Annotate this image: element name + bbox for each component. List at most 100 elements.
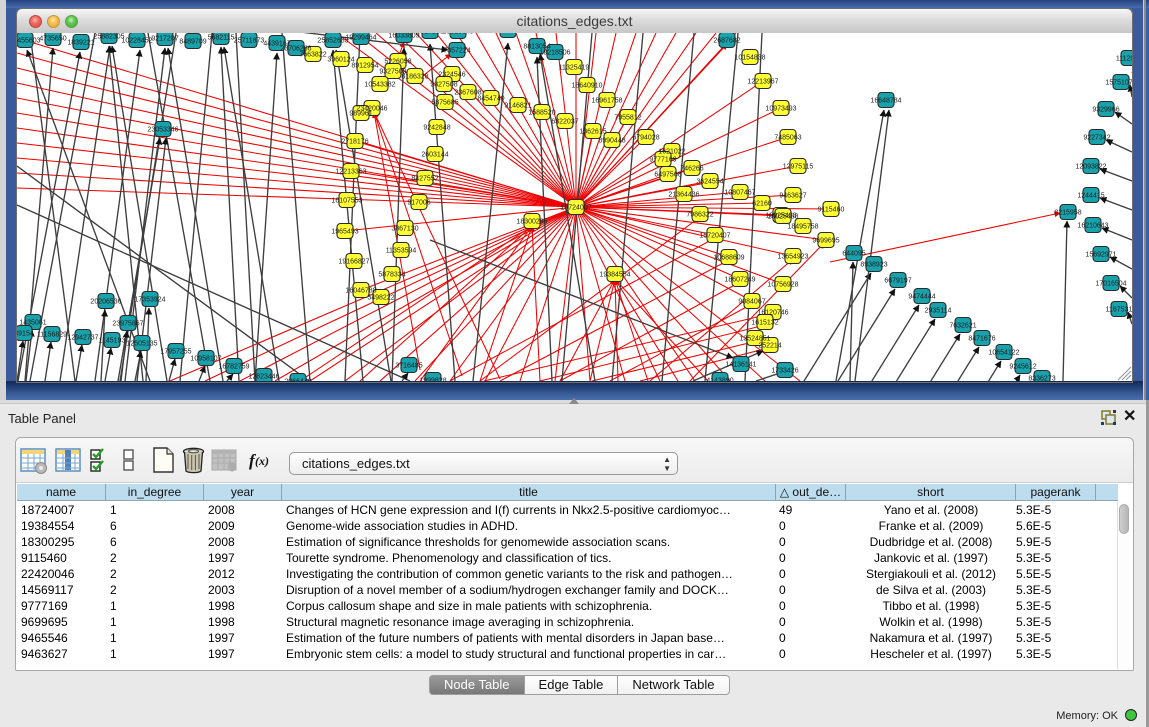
svg-text:19218506: 19218506 (539, 50, 570, 57)
svg-text:10973493: 10973493 (765, 106, 796, 113)
svg-text:9245612: 9245612 (1009, 364, 1036, 371)
svg-text:10654122: 10654122 (988, 350, 1019, 357)
svg-text:5875685: 5875685 (431, 100, 458, 107)
svg-text:252214: 252214 (758, 343, 781, 350)
svg-text:9242848: 9242848 (423, 125, 450, 132)
svg-text:25882305: 25882305 (93, 34, 124, 41)
svg-text:9699695: 9699695 (812, 238, 839, 245)
svg-text:9227342: 9227342 (1083, 135, 1110, 142)
svg-text:1588520: 1588520 (528, 110, 555, 117)
svg-text:5878334: 5878334 (378, 272, 405, 279)
svg-text:21364436: 21364436 (668, 192, 699, 199)
svg-text:13654923: 13654923 (777, 254, 808, 261)
svg-text:1621022: 1621022 (658, 149, 685, 156)
svg-text:15751074: 15751074 (1105, 80, 1132, 87)
svg-text:10543382: 10543382 (364, 82, 395, 89)
svg-text:1362615: 1362615 (579, 129, 606, 136)
svg-text:9146821: 9146821 (504, 103, 531, 110)
svg-text:10958107: 10958107 (190, 356, 221, 363)
svg-text:62160: 62160 (752, 201, 772, 208)
svg-text:7986322: 7986322 (686, 212, 713, 219)
svg-text:5226058: 5226058 (384, 59, 411, 66)
svg-text:10154838: 10154838 (734, 55, 765, 62)
svg-text:23975867: 23975867 (112, 321, 143, 328)
svg-text:8938923: 8938923 (860, 262, 887, 269)
svg-text:13524851: 13524851 (739, 336, 770, 343)
svg-text:3624554: 3624554 (696, 179, 723, 186)
svg-text:7357224: 7357224 (443, 48, 470, 55)
svg-text:19299464: 19299464 (345, 35, 376, 42)
svg-text:18300295: 18300295 (516, 219, 547, 226)
svg-text:5682115: 5682115 (208, 35, 235, 42)
svg-text:18495758: 18495758 (787, 224, 818, 231)
svg-text:8489709: 8489709 (179, 39, 206, 46)
svg-text:1244415: 1244415 (1077, 193, 1104, 200)
svg-text:18640910: 18640910 (571, 83, 602, 90)
svg-text:9329966: 9329966 (1092, 107, 1119, 114)
svg-text:9217207: 9217207 (151, 36, 178, 43)
svg-text:11353594: 11353594 (386, 248, 417, 255)
svg-text:18607249: 18607249 (724, 277, 755, 284)
svg-text:16120746: 16120746 (757, 310, 788, 317)
svg-text:9474444: 9474444 (908, 294, 935, 301)
svg-text:17353924: 17353924 (134, 297, 165, 304)
svg-text:19166827: 19166827 (338, 259, 369, 266)
svg-text:7632621: 7632621 (949, 323, 976, 330)
svg-text:17016504: 17016504 (1095, 281, 1126, 288)
svg-text:1999828: 1999828 (419, 378, 446, 382)
svg-text:8215958: 8215958 (1054, 210, 1081, 217)
svg-text:16046788: 16046788 (345, 288, 376, 295)
svg-text:16782759: 16782759 (218, 364, 249, 371)
svg-text:39154: 39154 (17, 331, 34, 338)
svg-text:1167531: 1167531 (1106, 307, 1132, 314)
svg-text:2935114: 2935114 (925, 308, 952, 315)
svg-text:6679197: 6679197 (884, 278, 911, 285)
svg-text:1965493: 1965493 (331, 229, 358, 236)
svg-text:6794028: 6794028 (632, 135, 659, 142)
svg-text:11325419: 11325419 (559, 65, 590, 72)
svg-text:8427552: 8427552 (411, 176, 438, 183)
svg-text:10756928: 10756928 (767, 282, 798, 289)
svg-text:1145193: 1145193 (99, 338, 126, 345)
svg-text:12093822: 12093822 (1075, 164, 1106, 171)
svg-text:6497568: 6497568 (654, 172, 681, 179)
svg-text:8990448: 8990448 (598, 138, 625, 145)
svg-text:16033809: 16033809 (388, 33, 419, 40)
svg-text:9777169: 9777169 (649, 157, 676, 164)
svg-text:1112903: 1112903 (1116, 56, 1132, 63)
svg-text:7955812: 7955812 (614, 115, 641, 122)
svg-text:15157347: 15157347 (492, 33, 523, 35)
svg-text:(x): (x) (255, 454, 269, 468)
svg-text:6322037: 6322037 (551, 119, 578, 126)
svg-text:16648784: 16648784 (870, 98, 901, 105)
svg-text:989961: 989961 (349, 111, 372, 118)
svg-text:1733426: 1733426 (771, 368, 798, 375)
svg-text:9463627: 9463627 (779, 193, 806, 200)
svg-text:12975115: 12975115 (783, 164, 814, 171)
svg-text:3867130: 3867130 (391, 226, 418, 233)
svg-text:2324546: 2324546 (438, 72, 465, 79)
svg-text:8454749: 8454749 (477, 96, 504, 103)
svg-text:2687682: 2687682 (713, 38, 740, 45)
svg-text:9084067: 9084067 (738, 299, 765, 306)
svg-text:12213363: 12213363 (335, 169, 366, 176)
svg-text:2603144: 2603144 (421, 152, 448, 159)
svg-text:16961758: 16961758 (591, 98, 622, 105)
svg-text:15692971: 15692971 (1085, 252, 1116, 259)
svg-text:8912954: 8912954 (351, 63, 378, 70)
svg-text:15720407: 15720407 (699, 233, 730, 240)
svg-text:25711873: 25711873 (234, 38, 265, 45)
svg-text:18724007: 18724007 (560, 205, 591, 212)
svg-text:12823446: 12823446 (248, 374, 279, 381)
svg-text:10025438: 10025438 (767, 214, 798, 221)
svg-text:1615132: 1615132 (751, 320, 778, 327)
svg-text:14136141: 14136141 (725, 362, 756, 369)
svg-text:20813640: 20813640 (442, 33, 473, 36)
svg-text:3917183: 3917183 (416, 33, 443, 36)
svg-text:10688609: 10688609 (713, 255, 744, 262)
svg-text:3716485: 3716485 (395, 363, 422, 370)
svg-text:7485063: 7485063 (774, 135, 801, 142)
svg-text:16210643: 16210643 (1077, 223, 1108, 230)
svg-text:19384554: 19384554 (599, 272, 630, 279)
svg-text:4735650: 4735650 (39, 36, 66, 43)
